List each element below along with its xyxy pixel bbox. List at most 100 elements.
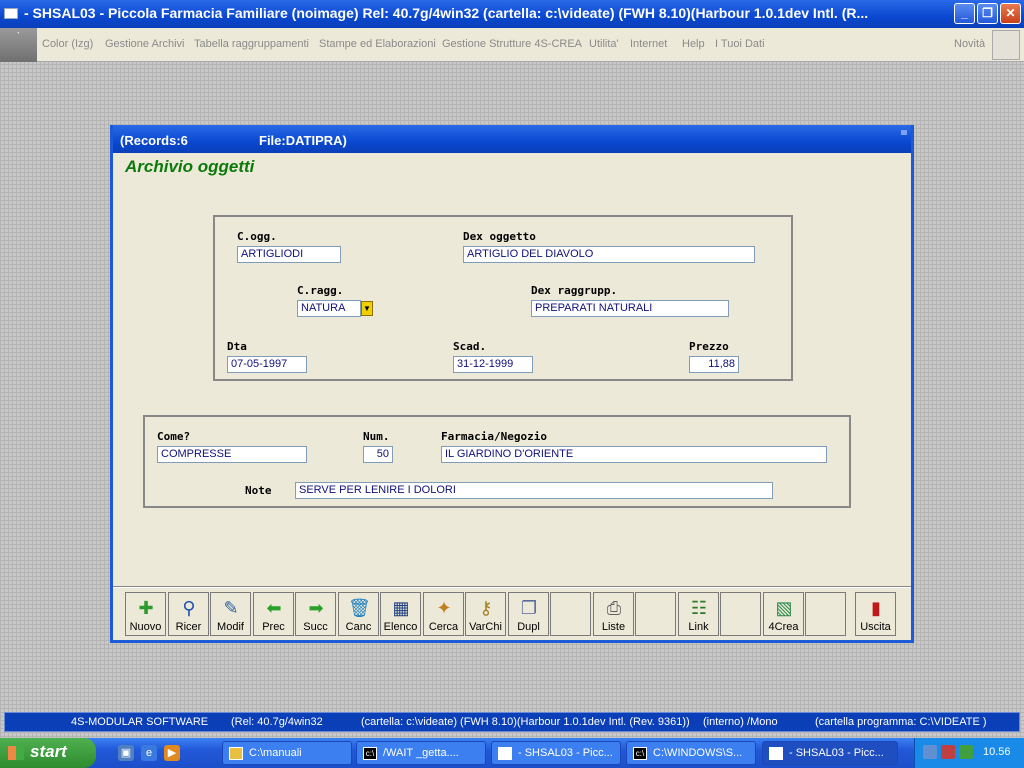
menu-internet[interactable]: Internet bbox=[630, 38, 667, 50]
network-icon[interactable] bbox=[923, 745, 937, 759]
menu-novita[interactable]: Novità bbox=[954, 38, 985, 50]
liste-button[interactable]: ⎙ Liste bbox=[593, 592, 634, 636]
empty-button-4[interactable] bbox=[805, 592, 846, 636]
window-icon bbox=[769, 747, 783, 760]
media-player-icon[interactable]: ▶ bbox=[164, 745, 180, 761]
status-software: 4S-MODULAR SOFTWARE bbox=[71, 716, 209, 728]
prec-button[interactable]: ⬅ Prec bbox=[253, 592, 294, 636]
task-shsal03-1[interactable]: - SHSAL03 - Picc... bbox=[491, 741, 621, 765]
link-button[interactable]: ☷ Link bbox=[678, 592, 719, 636]
dupl-button[interactable]: ❐ Dupl bbox=[508, 592, 549, 636]
varchi-button[interactable]: ⚷ VarChi bbox=[465, 592, 506, 636]
task-shsal03-2[interactable]: - SHSAL03 - Picc... bbox=[762, 741, 898, 765]
flashlight-icon: ✦ bbox=[436, 598, 452, 618]
num-label: Num. bbox=[363, 430, 390, 443]
empty-button-3[interactable] bbox=[720, 592, 761, 636]
window-title-bar[interactable]: (Records:6 File:DATIPRA) bbox=[113, 125, 911, 153]
dex-oggetto-label: Dex oggetto bbox=[463, 230, 536, 243]
edit-icon: ✎ bbox=[223, 598, 239, 618]
4crea-icon: ▧ bbox=[775, 598, 793, 618]
prezzo-field[interactable]: 11,88 bbox=[689, 356, 739, 373]
window-icon bbox=[498, 747, 512, 760]
file-name: File:DATIPRA) bbox=[259, 133, 347, 148]
scad-field[interactable]: 31-12-1999 bbox=[453, 356, 533, 373]
status-bar: 4S-MODULAR SOFTWARE (Rel: 40.7g/4win32 (… bbox=[4, 712, 1020, 732]
show-desktop-icon[interactable]: ▣ bbox=[118, 745, 134, 761]
menu-utilita[interactable]: Utilita' bbox=[589, 38, 619, 50]
cragg-dropdown-icon[interactable]: ▼ bbox=[361, 301, 373, 316]
security-icon[interactable] bbox=[941, 745, 955, 759]
menu-stampe-elaborazioni[interactable]: Stampe ed Elaborazioni bbox=[319, 38, 436, 50]
status-cartella: (cartella: c:\videate) (FWH 8.10)(Harbou… bbox=[361, 716, 690, 728]
dex-oggetto-field[interactable]: ARTIGLIO DEL DIAVOLO bbox=[463, 246, 755, 263]
dex-raggrupp-field[interactable]: PREPARATI NATURALI bbox=[531, 300, 729, 317]
internet-explorer-icon[interactable]: e bbox=[141, 745, 157, 761]
list-grid-icon: ▦ bbox=[392, 598, 410, 618]
task-wait[interactable]: c:\/WAIT _getta.... bbox=[356, 741, 486, 765]
uscita-button[interactable]: ▮ Uscita bbox=[855, 592, 896, 636]
menu-color[interactable]: Color (Izg) bbox=[42, 38, 93, 50]
task-windows-console[interactable]: c:\ C:\WINDOWS\S... bbox=[626, 741, 756, 765]
tree-link-icon: ☷ bbox=[690, 598, 708, 618]
farmacia-label: Farmacia/Negozio bbox=[441, 430, 547, 443]
clock[interactable]: 10.56 bbox=[983, 746, 1011, 758]
scad-label: Scad. bbox=[453, 340, 487, 353]
num-field[interactable]: 50 bbox=[363, 446, 393, 463]
window-corner-icon bbox=[901, 130, 907, 135]
note-field[interactable]: SERVE PER LENIRE I DOLORI bbox=[295, 482, 773, 499]
nuovo-button[interactable]: ✚ Nuovo bbox=[125, 592, 166, 636]
archivio-window: (Records:6 File:DATIPRA) Archivio oggett… bbox=[110, 125, 914, 643]
system-tray: 10.56 bbox=[914, 738, 1024, 768]
menu-system-icon[interactable]: ˋ bbox=[0, 28, 37, 62]
status-program: (cartella programma: C:\VIDEATE ) bbox=[815, 716, 987, 728]
4crea-button[interactable]: ▧ 4Crea bbox=[763, 592, 804, 636]
supplier-panel: Come? COMPRESSE Num. 50 Farmacia/Negozio… bbox=[143, 415, 851, 508]
note-label: Note bbox=[245, 484, 272, 497]
app-icon[interactable] bbox=[4, 8, 18, 19]
minimize-button[interactable]: _ bbox=[954, 3, 975, 24]
page-title: Archivio oggetti bbox=[125, 157, 255, 176]
cogg-label: C.ogg. bbox=[237, 230, 277, 243]
arrow-left-icon: ⬅ bbox=[266, 598, 282, 618]
prezzo-label: Prezzo bbox=[689, 340, 729, 353]
app-title-bar[interactable]: - SHSAL03 - Piccola Farmacia Familiare (… bbox=[0, 0, 1024, 28]
empty-button-2[interactable] bbox=[635, 592, 676, 636]
come-label: Come? bbox=[157, 430, 191, 443]
duplicate-icon: ❐ bbox=[520, 598, 538, 618]
cragg-field[interactable]: NATURA bbox=[297, 300, 361, 317]
folder-icon bbox=[229, 747, 243, 760]
menu-gestione-archivi[interactable]: Gestione Archivi bbox=[105, 38, 184, 50]
dex-raggrupp-label: Dex raggrupp. bbox=[531, 284, 618, 297]
toolbar-separator bbox=[113, 586, 911, 588]
menu-help[interactable]: Help bbox=[682, 38, 705, 50]
maximize-button[interactable]: ❐ bbox=[977, 3, 998, 24]
menu-i-tuoi-dati[interactable]: I Tuoi Dati bbox=[715, 38, 765, 50]
modif-button[interactable]: ✎ Modif bbox=[210, 592, 251, 636]
ricer-button[interactable]: ⚲ Ricer bbox=[168, 592, 209, 636]
cerca-button[interactable]: ✦ Cerca bbox=[423, 592, 464, 636]
menu-gestione-strutture[interactable]: Gestione Strutture 4S-CREA bbox=[442, 38, 582, 50]
app-title: - SHSAL03 - Piccola Farmacia Familiare (… bbox=[24, 5, 869, 21]
cogg-field[interactable]: ARTIGLIODI bbox=[237, 246, 341, 263]
elenco-button[interactable]: ▦ Elenco bbox=[380, 592, 421, 636]
empty-button-1[interactable] bbox=[550, 592, 591, 636]
arrow-right-icon: ➡ bbox=[308, 598, 324, 618]
dta-field[interactable]: 07-05-1997 bbox=[227, 356, 307, 373]
taskbar: start ▣ e ▶ C:\manuali c:\/WAIT _getta..… bbox=[0, 738, 1024, 768]
farmacia-field[interactable]: IL GIARDINO D'ORIENTE bbox=[441, 446, 827, 463]
update-icon[interactable] bbox=[959, 745, 973, 759]
windows-logo-icon bbox=[8, 746, 24, 760]
new-document-icon: ✚ bbox=[138, 598, 154, 618]
printer-icon: ⎙ bbox=[606, 598, 622, 618]
exit-door-icon: ▮ bbox=[871, 598, 881, 618]
come-field[interactable]: COMPRESSE bbox=[157, 446, 307, 463]
menu-right-box[interactable] bbox=[992, 30, 1020, 60]
task-manuali[interactable]: C:\manuali bbox=[222, 741, 352, 765]
close-button[interactable]: ✕ bbox=[1000, 3, 1021, 24]
start-button[interactable]: start bbox=[0, 738, 96, 768]
succ-button[interactable]: ➡ Succ bbox=[295, 592, 336, 636]
dta-label: Dta bbox=[227, 340, 247, 353]
item-details-panel: C.ogg. ARTIGLIODI Dex oggetto ARTIGLIO D… bbox=[213, 215, 793, 381]
menu-tabella-raggruppamenti[interactable]: Tabella raggruppamenti bbox=[194, 38, 309, 50]
canc-button[interactable]: 🗑 Canc bbox=[338, 592, 379, 636]
